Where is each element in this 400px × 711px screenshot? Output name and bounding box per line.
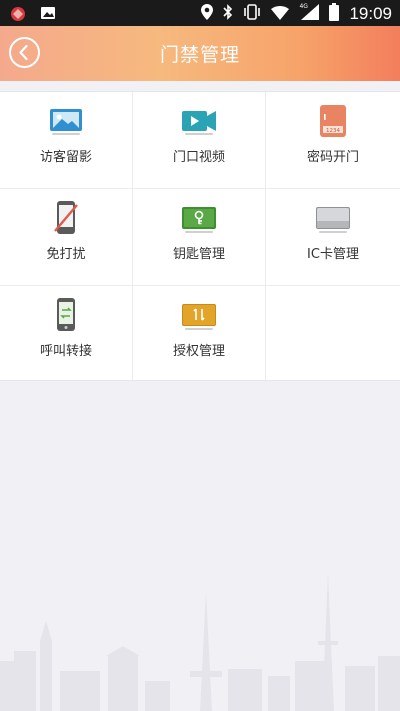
menu-item-authorization[interactable]: 授权管理 — [133, 286, 266, 382]
bluetooth-icon — [223, 4, 233, 24]
menu-item-do-not-disturb[interactable]: 免打扰 — [0, 189, 133, 286]
menu-item-ic-card[interactable]: IC卡管理 — [266, 189, 400, 286]
menu-item-label: IC卡管理 — [307, 247, 359, 262]
menu-item-door-video[interactable]: 门口视频 — [133, 92, 266, 189]
keypad-icon: 1234 — [320, 105, 346, 137]
vibrate-icon — [243, 4, 261, 24]
menu-item-label: 钥匙管理 — [172, 247, 225, 262]
menu-item-label: 授权管理 — [172, 344, 225, 359]
location-icon — [201, 4, 214, 24]
menu-item-call-forward[interactable]: 呼叫转接 — [0, 286, 133, 382]
call-forward-icon — [57, 298, 75, 331]
menu-item-label: 免打扰 — [46, 247, 86, 262]
page-title: 门禁管理 — [159, 44, 240, 66]
photo-icon — [50, 109, 82, 135]
image-notification-icon — [40, 5, 56, 25]
key-card-icon — [182, 207, 216, 233]
menu-item-label: 访客留影 — [39, 150, 92, 165]
menu-item-key-management[interactable]: 钥匙管理 — [133, 189, 266, 286]
city-skyline-illustration — [0, 571, 400, 711]
status-bar: 4G 19:09 — [0, 0, 400, 26]
battery-icon — [329, 3, 340, 25]
menu-item-label: 呼叫转接 — [39, 344, 92, 359]
header-bar: 门禁管理 — [0, 26, 400, 81]
network-type-label: 4G — [299, 3, 308, 10]
status-time: 19:09 — [349, 4, 392, 23]
cellular-signal-icon: 4G — [299, 3, 320, 24]
menu-grid: 访客留影 门口视频 1234 密码开门 免打扰 钥匙管理 IC卡管理 呼叫转接 … — [0, 91, 400, 382]
ic-card-icon — [316, 207, 350, 233]
menu-item-label: 密码开门 — [306, 150, 359, 165]
wifi-icon — [271, 5, 290, 24]
menu-item-visitor-photo[interactable]: 访客留影 — [0, 92, 133, 189]
menu-item-password-unlock[interactable]: 1234 密码开门 — [266, 92, 400, 189]
video-camera-icon — [182, 111, 216, 135]
svg-text:1234: 1234 — [326, 128, 340, 134]
do-not-disturb-phone-icon — [54, 201, 78, 234]
authorize-icon — [182, 304, 216, 330]
menu-grid-empty-cell — [266, 286, 400, 382]
app-notification-icon — [8, 4, 28, 26]
menu-item-label: 门口视频 — [172, 150, 225, 165]
